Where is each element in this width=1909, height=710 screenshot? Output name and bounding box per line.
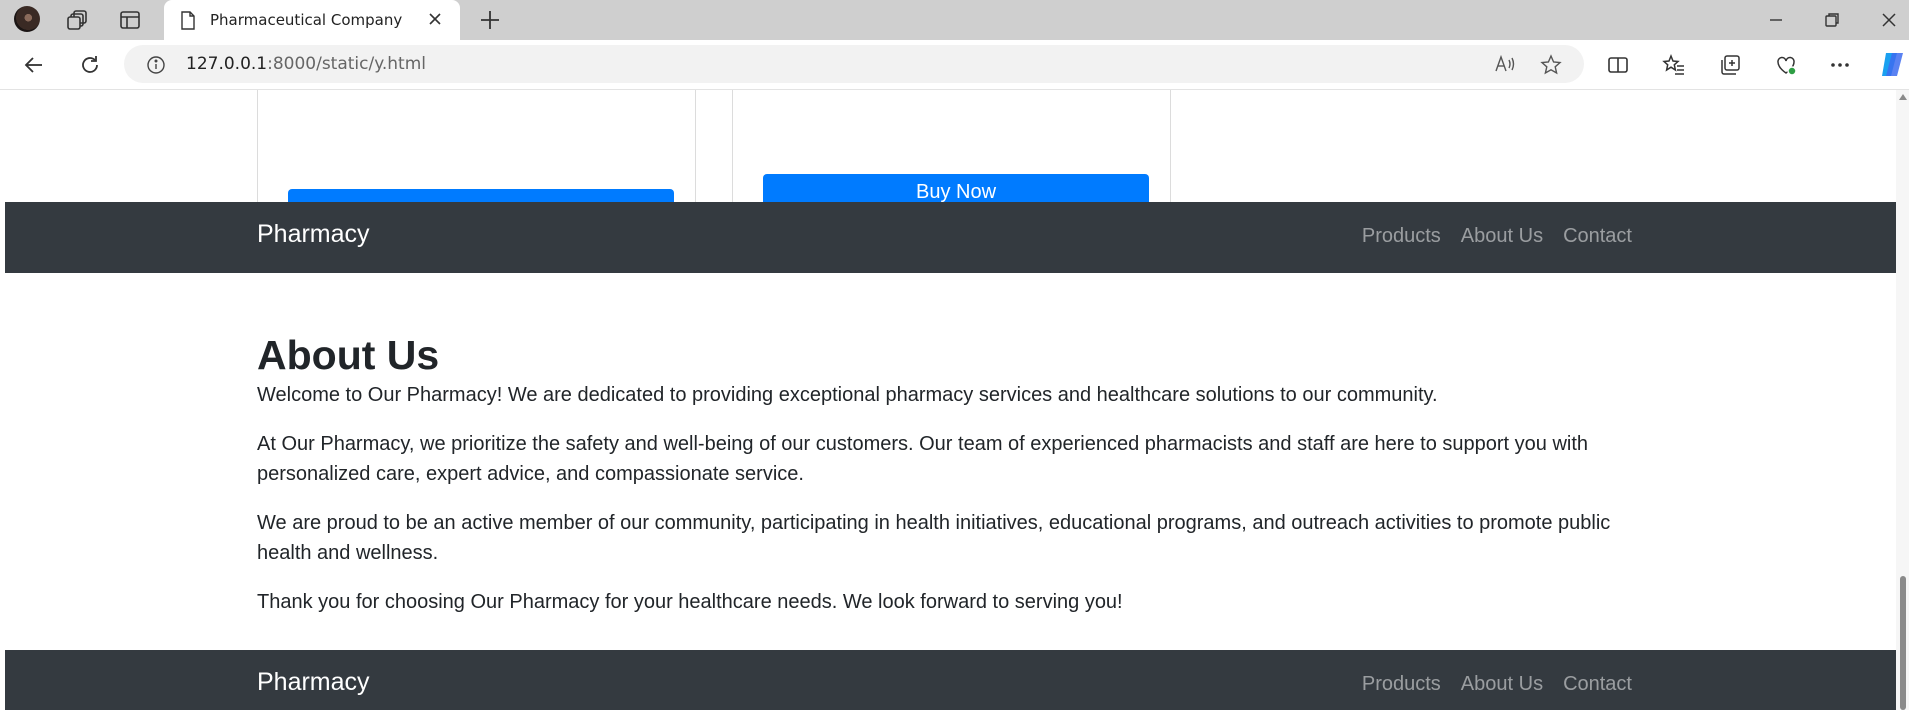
url-path: :8000/static/y.html xyxy=(267,54,426,74)
url-text: 127.0.0.1:8000/static/y.html xyxy=(186,54,426,74)
about-paragraph: Thank you for choosing Our Pharmacy for … xyxy=(257,591,1123,613)
minimize-icon[interactable] xyxy=(1764,8,1788,36)
navbar-links: Products About Us Contact xyxy=(1362,225,1632,248)
split-screen-icon[interactable] xyxy=(1606,53,1630,77)
browser-essentials-icon[interactable] xyxy=(1774,53,1798,77)
about-section: About Us Welcome to Our Pharmacy! We are… xyxy=(257,330,1657,636)
address-bar[interactable]: 127.0.0.1:8000/static/y.html xyxy=(124,45,1584,83)
footer-link-contact[interactable]: Contact xyxy=(1563,673,1632,696)
tab-strip: Pharmaceutical Company xyxy=(0,0,1909,40)
footer-link-about-us[interactable]: About Us xyxy=(1461,673,1543,696)
close-window-icon[interactable] xyxy=(1877,8,1901,36)
new-tab-icon[interactable] xyxy=(478,8,502,36)
favorite-star-icon[interactable] xyxy=(1540,54,1562,80)
page-icon xyxy=(180,11,196,34)
refresh-icon[interactable] xyxy=(78,53,102,77)
about-paragraph: Welcome to Our Pharmacy! We are dedicate… xyxy=(257,384,1438,406)
favorites-icon[interactable] xyxy=(1662,53,1686,77)
restore-icon[interactable] xyxy=(1820,8,1844,36)
more-options-icon[interactable] xyxy=(1828,53,1852,77)
copilot-icon[interactable] xyxy=(1878,49,1909,80)
back-icon[interactable] xyxy=(22,53,46,77)
browser-toolbar: 127.0.0.1:8000/static/y.html xyxy=(0,40,1909,90)
page-scrollbar[interactable] xyxy=(1896,90,1909,710)
active-tab[interactable]: Pharmaceutical Company xyxy=(164,0,460,40)
page-viewport: Buy Now Buy Now Pharmacy Products About … xyxy=(5,90,1896,710)
nav-link-contact[interactable]: Contact xyxy=(1563,225,1632,248)
footer-brand[interactable]: Pharmacy xyxy=(257,668,370,697)
site-info-icon[interactable] xyxy=(146,55,166,79)
scroll-up-arrow-icon[interactable] xyxy=(1899,94,1907,100)
footer-links: Products About Us Contact xyxy=(1362,673,1632,696)
navbar-brand[interactable]: Pharmacy xyxy=(257,220,370,249)
about-paragraph: We are proud to be an active member of o… xyxy=(257,512,1611,564)
about-heading: About Us xyxy=(257,332,440,378)
close-tab-icon[interactable] xyxy=(426,10,444,32)
workspaces-icon[interactable] xyxy=(66,8,90,32)
tab-title: Pharmaceutical Company xyxy=(210,11,403,29)
tab-actions-icon[interactable] xyxy=(118,8,142,32)
read-aloud-icon[interactable] xyxy=(1494,54,1516,78)
nav-link-about-us[interactable]: About Us xyxy=(1461,225,1543,248)
navbar: Pharmacy Products About Us Contact xyxy=(5,202,1896,273)
footer-navbar: Pharmacy Products About Us Contact xyxy=(5,650,1896,710)
collections-icon[interactable] xyxy=(1718,53,1742,77)
footer-link-products[interactable]: Products xyxy=(1362,673,1441,696)
scrollbar-thumb[interactable] xyxy=(1900,576,1906,710)
nav-link-products[interactable]: Products xyxy=(1362,225,1441,248)
profile-avatar[interactable] xyxy=(14,6,40,32)
about-paragraph: At Our Pharmacy, we prioritize the safet… xyxy=(257,433,1589,485)
url-host: 127.0.0.1 xyxy=(186,54,268,74)
